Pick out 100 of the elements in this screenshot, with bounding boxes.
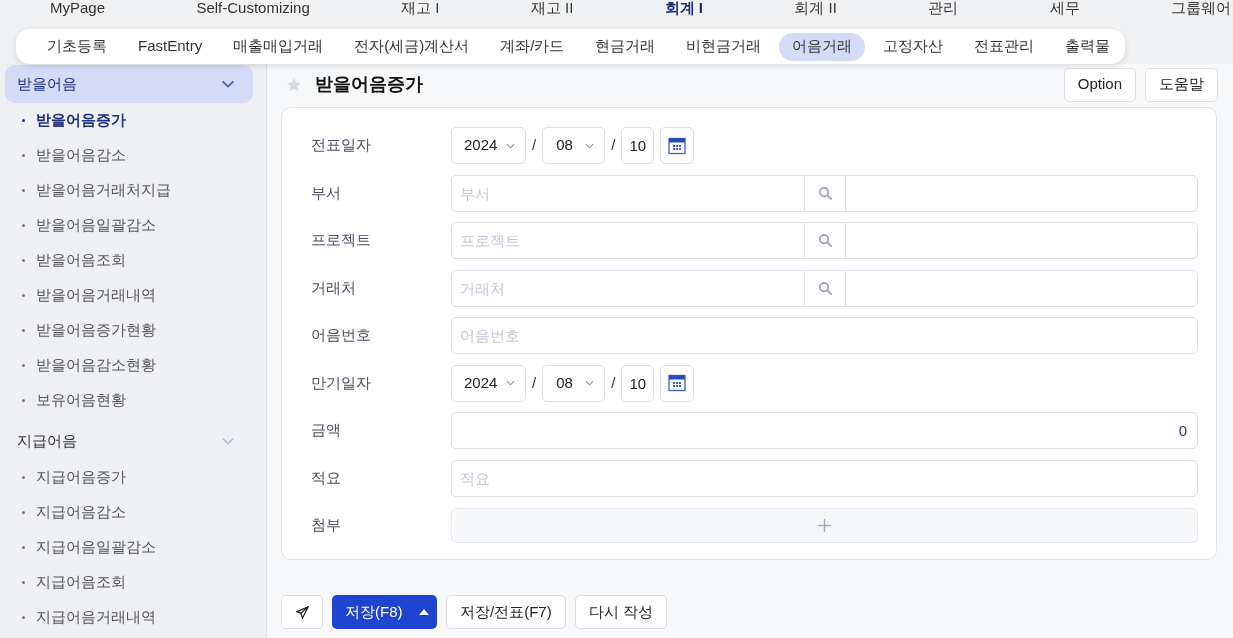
- code-field[interactable]: 프로젝트: [451, 222, 805, 259]
- page-title: 받을어음증가: [315, 73, 423, 96]
- field-label: 만기일자: [310, 372, 372, 393]
- field-label: 프로젝트: [310, 230, 372, 251]
- field-label: 부서: [310, 182, 342, 203]
- date-separator: /: [611, 372, 616, 393]
- bullet-icon: [22, 259, 25, 262]
- tab[interactable]: 어음거래: [779, 32, 866, 61]
- sidebar-item[interactable]: 받을어음거래내역: [36, 284, 156, 307]
- top-menu-item[interactable]: 관리: [928, 0, 959, 20]
- top-menu-item[interactable]: 그룹웨어: [1171, 0, 1231, 20]
- sidebar-group[interactable]: 지급어음: [5, 422, 253, 460]
- bullet-icon: [22, 154, 25, 157]
- sidebar-item[interactable]: 지급어음조회: [36, 571, 126, 594]
- tab[interactable]: 비현금거래: [673, 32, 775, 61]
- header-button[interactable]: Option: [1063, 67, 1136, 102]
- top-menu-item[interactable]: 회계 II: [794, 0, 837, 20]
- top-menu-item[interactable]: 재고 I: [401, 0, 440, 20]
- tab[interactable]: 현금거래: [582, 32, 669, 61]
- tab[interactable]: 출력물: [1052, 32, 1124, 61]
- tab[interactable]: 기초등록: [34, 32, 120, 61]
- sidebar-item[interactable]: 받을어음감소: [36, 144, 126, 167]
- year-select[interactable]: 2024: [451, 364, 526, 402]
- sidebar-item[interactable]: 지급어음감소: [36, 501, 126, 524]
- bullet-icon: [22, 616, 25, 619]
- day-field[interactable]: 10: [621, 127, 655, 164]
- search-icon: [817, 185, 833, 201]
- tab[interactable]: FastEntry: [125, 32, 216, 61]
- bullet-icon: [22, 329, 25, 332]
- chevron-down-icon: [506, 380, 515, 386]
- day-field[interactable]: 10: [621, 364, 655, 402]
- header-button[interactable]: 도움말: [1145, 67, 1218, 102]
- bullet-icon: [22, 476, 25, 479]
- month-select[interactable]: 08: [542, 127, 606, 164]
- date-separator: /: [532, 372, 537, 393]
- search-icon: [817, 233, 833, 248]
- month-select[interactable]: 08: [542, 364, 606, 402]
- bullet-icon: [22, 511, 25, 514]
- send-button[interactable]: [281, 595, 323, 629]
- name-field[interactable]: [845, 222, 1198, 259]
- sidebar-item[interactable]: 받을어음일괄감소: [36, 214, 156, 237]
- bullet-icon: [22, 581, 25, 584]
- sidebar-item[interactable]: 받을어음거래처지급: [36, 179, 171, 202]
- sidebar-item[interactable]: 지급어음거래내역: [36, 606, 156, 629]
- save-button[interactable]: 저장(F8): [332, 595, 437, 629]
- code-field[interactable]: 거래처: [451, 269, 805, 307]
- bullet-icon: [22, 294, 25, 297]
- sidebar-item[interactable]: 보유어음현황: [36, 389, 126, 412]
- date-separator: /: [532, 135, 537, 156]
- year-select[interactable]: 2024: [451, 127, 526, 164]
- sidebar-item[interactable]: 받을어음증가현황: [36, 319, 156, 342]
- star-icon[interactable]: [286, 76, 302, 93]
- code-field[interactable]: 부서: [451, 174, 805, 212]
- attach-button[interactable]: [451, 508, 1198, 543]
- calendar-button[interactable]: [660, 364, 695, 402]
- sidebar-item[interactable]: 지급어음일괄감소: [36, 536, 156, 559]
- field-label: 적요: [310, 467, 342, 488]
- sidebar-item[interactable]: 받을어음감소현황: [36, 354, 156, 377]
- top-menu-item[interactable]: 세무: [1049, 0, 1080, 20]
- top-menu-item[interactable]: Self-Customizing: [196, 0, 310, 20]
- bullet-icon: [22, 189, 25, 192]
- field-label: 금액: [310, 420, 342, 441]
- tab[interactable]: 계좌/카드: [487, 32, 578, 61]
- field-label: 첨부: [310, 515, 342, 536]
- chevron-down-icon: [221, 437, 235, 445]
- sidebar-group[interactable]: 받을어음: [5, 65, 253, 103]
- chevron-down-icon: [585, 380, 595, 386]
- top-menu-item[interactable]: 재고 II: [530, 0, 574, 20]
- search-button[interactable]: [805, 174, 845, 212]
- top-menu-item[interactable]: 회계 I: [664, 0, 704, 20]
- sidebar-item[interactable]: 지급어음증가: [36, 466, 126, 489]
- sidebar-item[interactable]: 받을어음조회: [36, 249, 126, 272]
- save-slip-button[interactable]: 저장/전표(F7): [446, 595, 566, 629]
- name-field[interactable]: [845, 174, 1198, 212]
- search-icon: [817, 280, 833, 296]
- sidebar-item[interactable]: 받을어음증가: [36, 109, 126, 132]
- search-button[interactable]: [805, 222, 845, 259]
- top-menu-item[interactable]: MyPage: [50, 0, 106, 20]
- tab[interactable]: 고정자산: [870, 32, 957, 61]
- tab[interactable]: 전표관리: [961, 32, 1048, 61]
- text-field[interactable]: 어음번호: [451, 317, 1198, 354]
- text-field[interactable]: 적요: [451, 459, 1198, 497]
- caret-up-icon: [419, 609, 429, 615]
- tab[interactable]: 전자(세금)계산서: [341, 32, 483, 61]
- calendar-button[interactable]: [660, 127, 695, 164]
- search-button[interactable]: [805, 269, 845, 307]
- paper-plane-icon: [295, 605, 309, 619]
- calendar-icon: [668, 136, 687, 155]
- date-separator: /: [611, 135, 616, 156]
- bullet-icon: [22, 119, 25, 122]
- chevron-down-icon: [585, 142, 595, 149]
- name-field[interactable]: [845, 269, 1198, 307]
- reset-button[interactable]: 다시 작성: [574, 595, 667, 629]
- amount-field[interactable]: 0: [451, 412, 1198, 449]
- field-label: 전표일자: [310, 135, 372, 156]
- tab[interactable]: 매출매입거래: [220, 32, 337, 61]
- plus-icon: [818, 519, 831, 532]
- chevron-down-icon: [221, 80, 235, 88]
- field-label: 어음번호: [310, 325, 372, 346]
- bullet-icon: [22, 364, 25, 367]
